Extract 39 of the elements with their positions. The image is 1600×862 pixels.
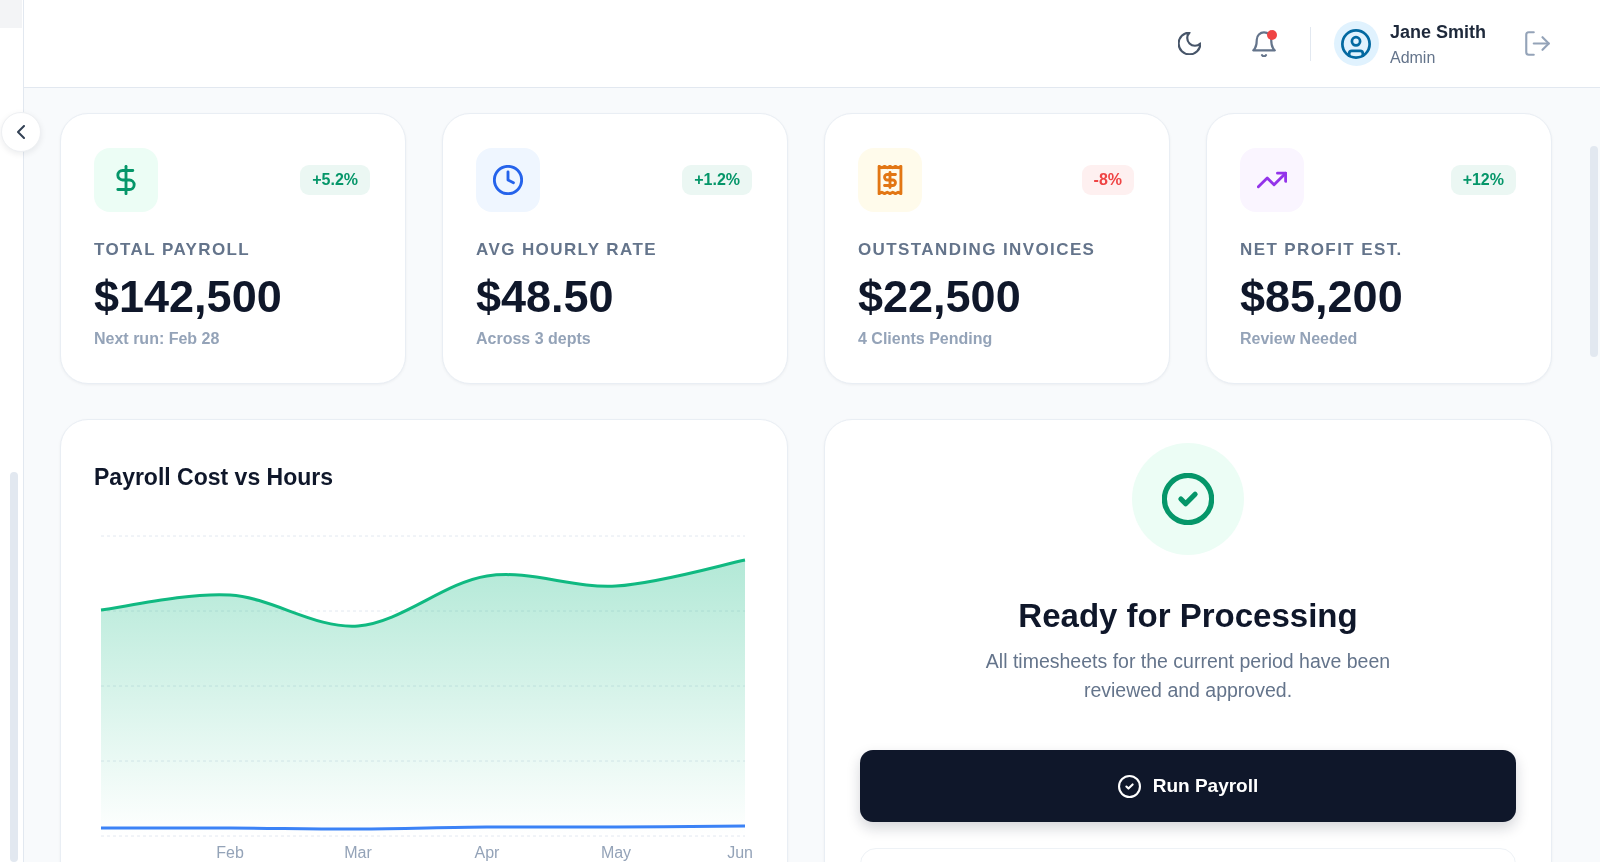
stat-label: NET PROFIT EST.	[1240, 239, 1404, 261]
bell-icon	[1251, 30, 1276, 57]
change-badge: +5.2%	[300, 165, 370, 195]
change-badge: +12%	[1450, 165, 1516, 195]
dollar-icon	[94, 148, 158, 212]
run-payroll-button[interactable]: Run Payroll	[860, 750, 1516, 822]
user-icon	[1333, 21, 1379, 66]
stat-label: OUTSTANDING INVOICES	[858, 239, 1097, 261]
trending-up-icon	[1240, 148, 1304, 212]
stat-note: 4 Clients Pending	[858, 329, 994, 349]
axis-label: Mar	[344, 844, 372, 861]
scrollbar-thumb[interactable]	[10, 471, 18, 862]
stat-note: Across 3 depts	[476, 329, 592, 349]
change-badge: +1.2%	[682, 165, 752, 195]
change-badge: -8%	[1081, 165, 1134, 195]
collapse-sidebar-button[interactable]	[1, 112, 41, 152]
chart-title: Payroll Cost vs Hours	[94, 463, 335, 492]
check-circle-icon	[1117, 774, 1141, 798]
stat-note: Review Needed	[1240, 329, 1359, 349]
axis-label: Feb	[216, 844, 244, 861]
status-title: Ready for Processing	[1018, 596, 1358, 636]
receipt-icon	[858, 148, 922, 212]
stat-value: $48.50	[476, 273, 615, 321]
stat-value: $22,500	[858, 273, 1022, 321]
moon-icon	[1178, 32, 1202, 55]
stat-value: $142,500	[94, 273, 283, 321]
stat-label: AVG HOURLY RATE	[476, 239, 658, 261]
chevron-left-icon	[17, 125, 25, 139]
axis-label: Jun	[727, 844, 753, 861]
clock-icon	[476, 148, 540, 212]
user-name: Jane Smith	[1389, 21, 1486, 44]
stat-value: $85,200	[1240, 273, 1404, 321]
stat-label: TOTAL PAYROLL	[94, 239, 252, 261]
axis-label: Apr	[474, 844, 500, 861]
user-role: Admin	[1389, 48, 1437, 68]
stat-note: Next run: Feb 28	[94, 329, 221, 349]
status-description: All timesheets for the current period have been reviewed and approved.	[984, 649, 1392, 703]
logout-icon	[1524, 31, 1550, 56]
axis-label: May	[600, 844, 632, 861]
